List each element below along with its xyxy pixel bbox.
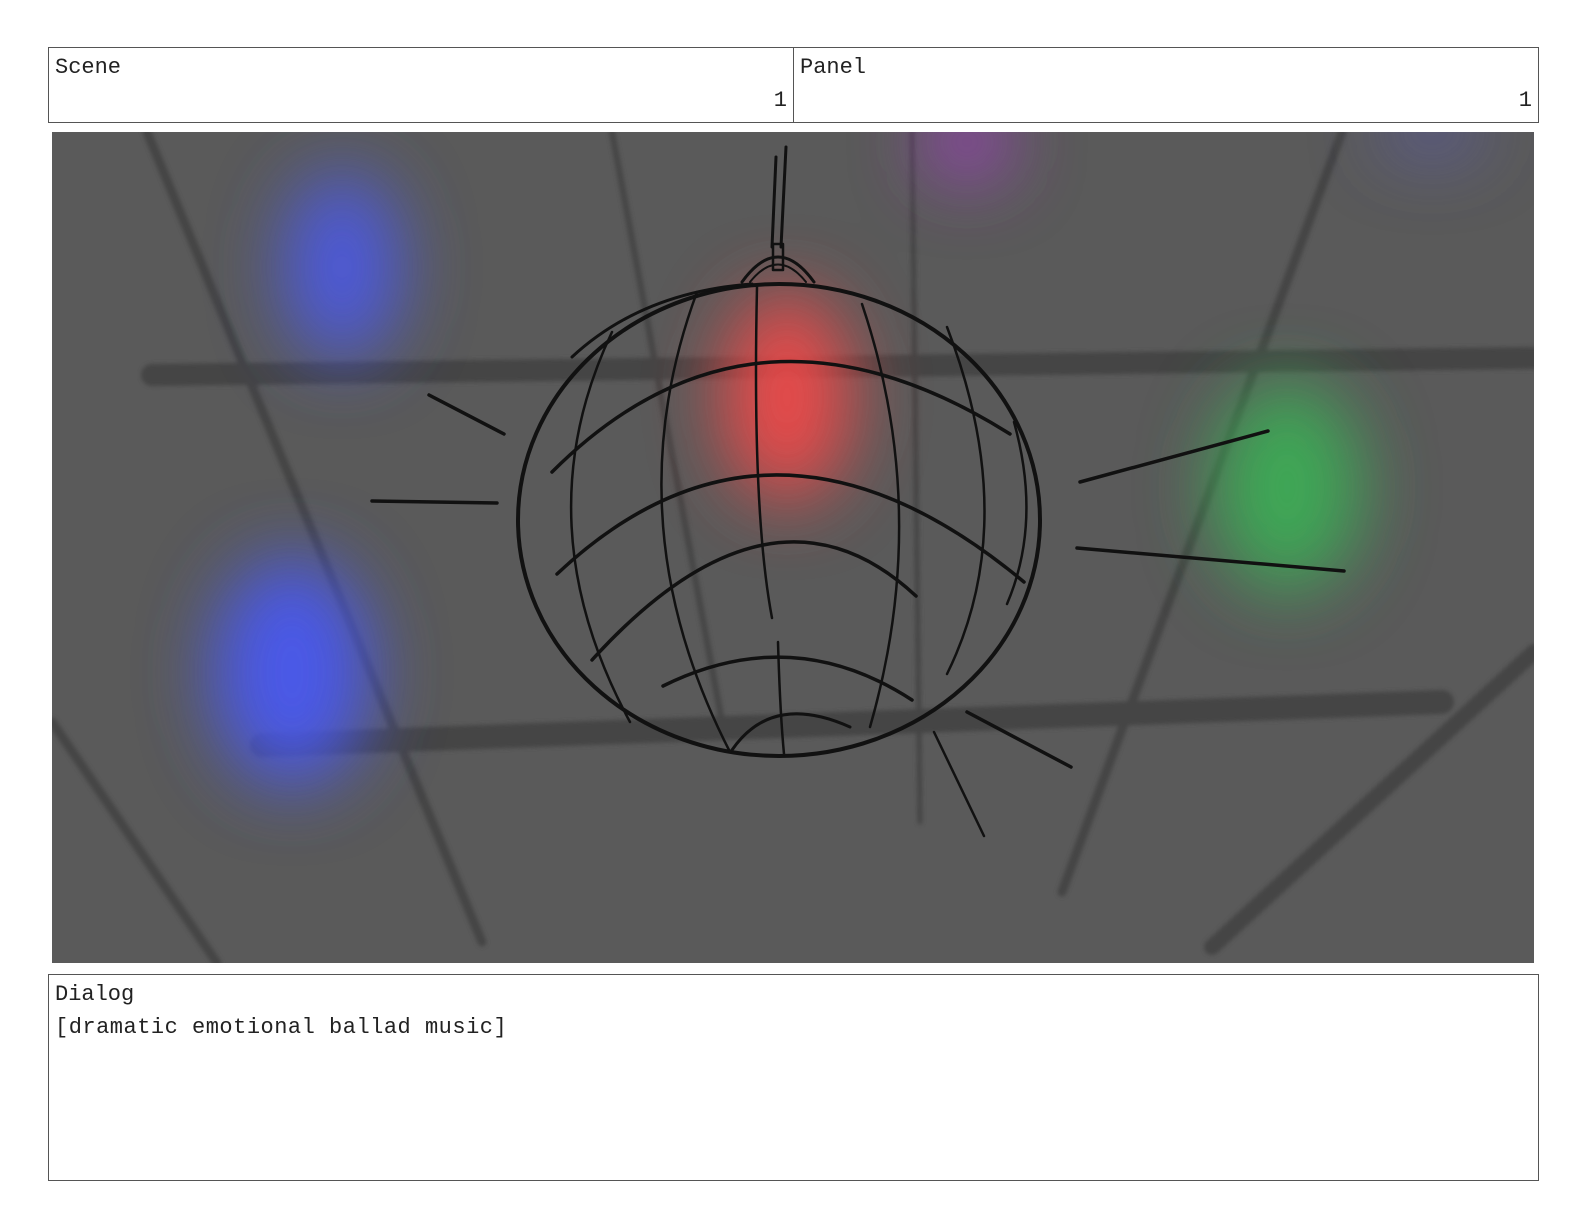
red-light [722,292,852,502]
disco-ball-illustration [52,132,1534,963]
scene-label: Scene [55,55,122,80]
dialog-text: [dramatic emotional ballad music] [55,1015,508,1040]
panel-cell: Panel 1 [793,48,1538,122]
storyboard-panel-image [52,132,1534,963]
scene-number: 1 [773,88,787,113]
dialog-label: Dialog [55,982,135,1007]
panel-number: 1 [1518,88,1532,113]
header-table: Scene 1 Panel 1 [48,47,1539,123]
blue-light-top [282,172,402,362]
panel-label: Panel [800,55,867,80]
dialog-box: Dialog [dramatic emotional ballad music] [48,974,1539,1181]
blue-light-bottom [212,557,372,787]
scene-cell: Scene 1 [49,48,793,122]
